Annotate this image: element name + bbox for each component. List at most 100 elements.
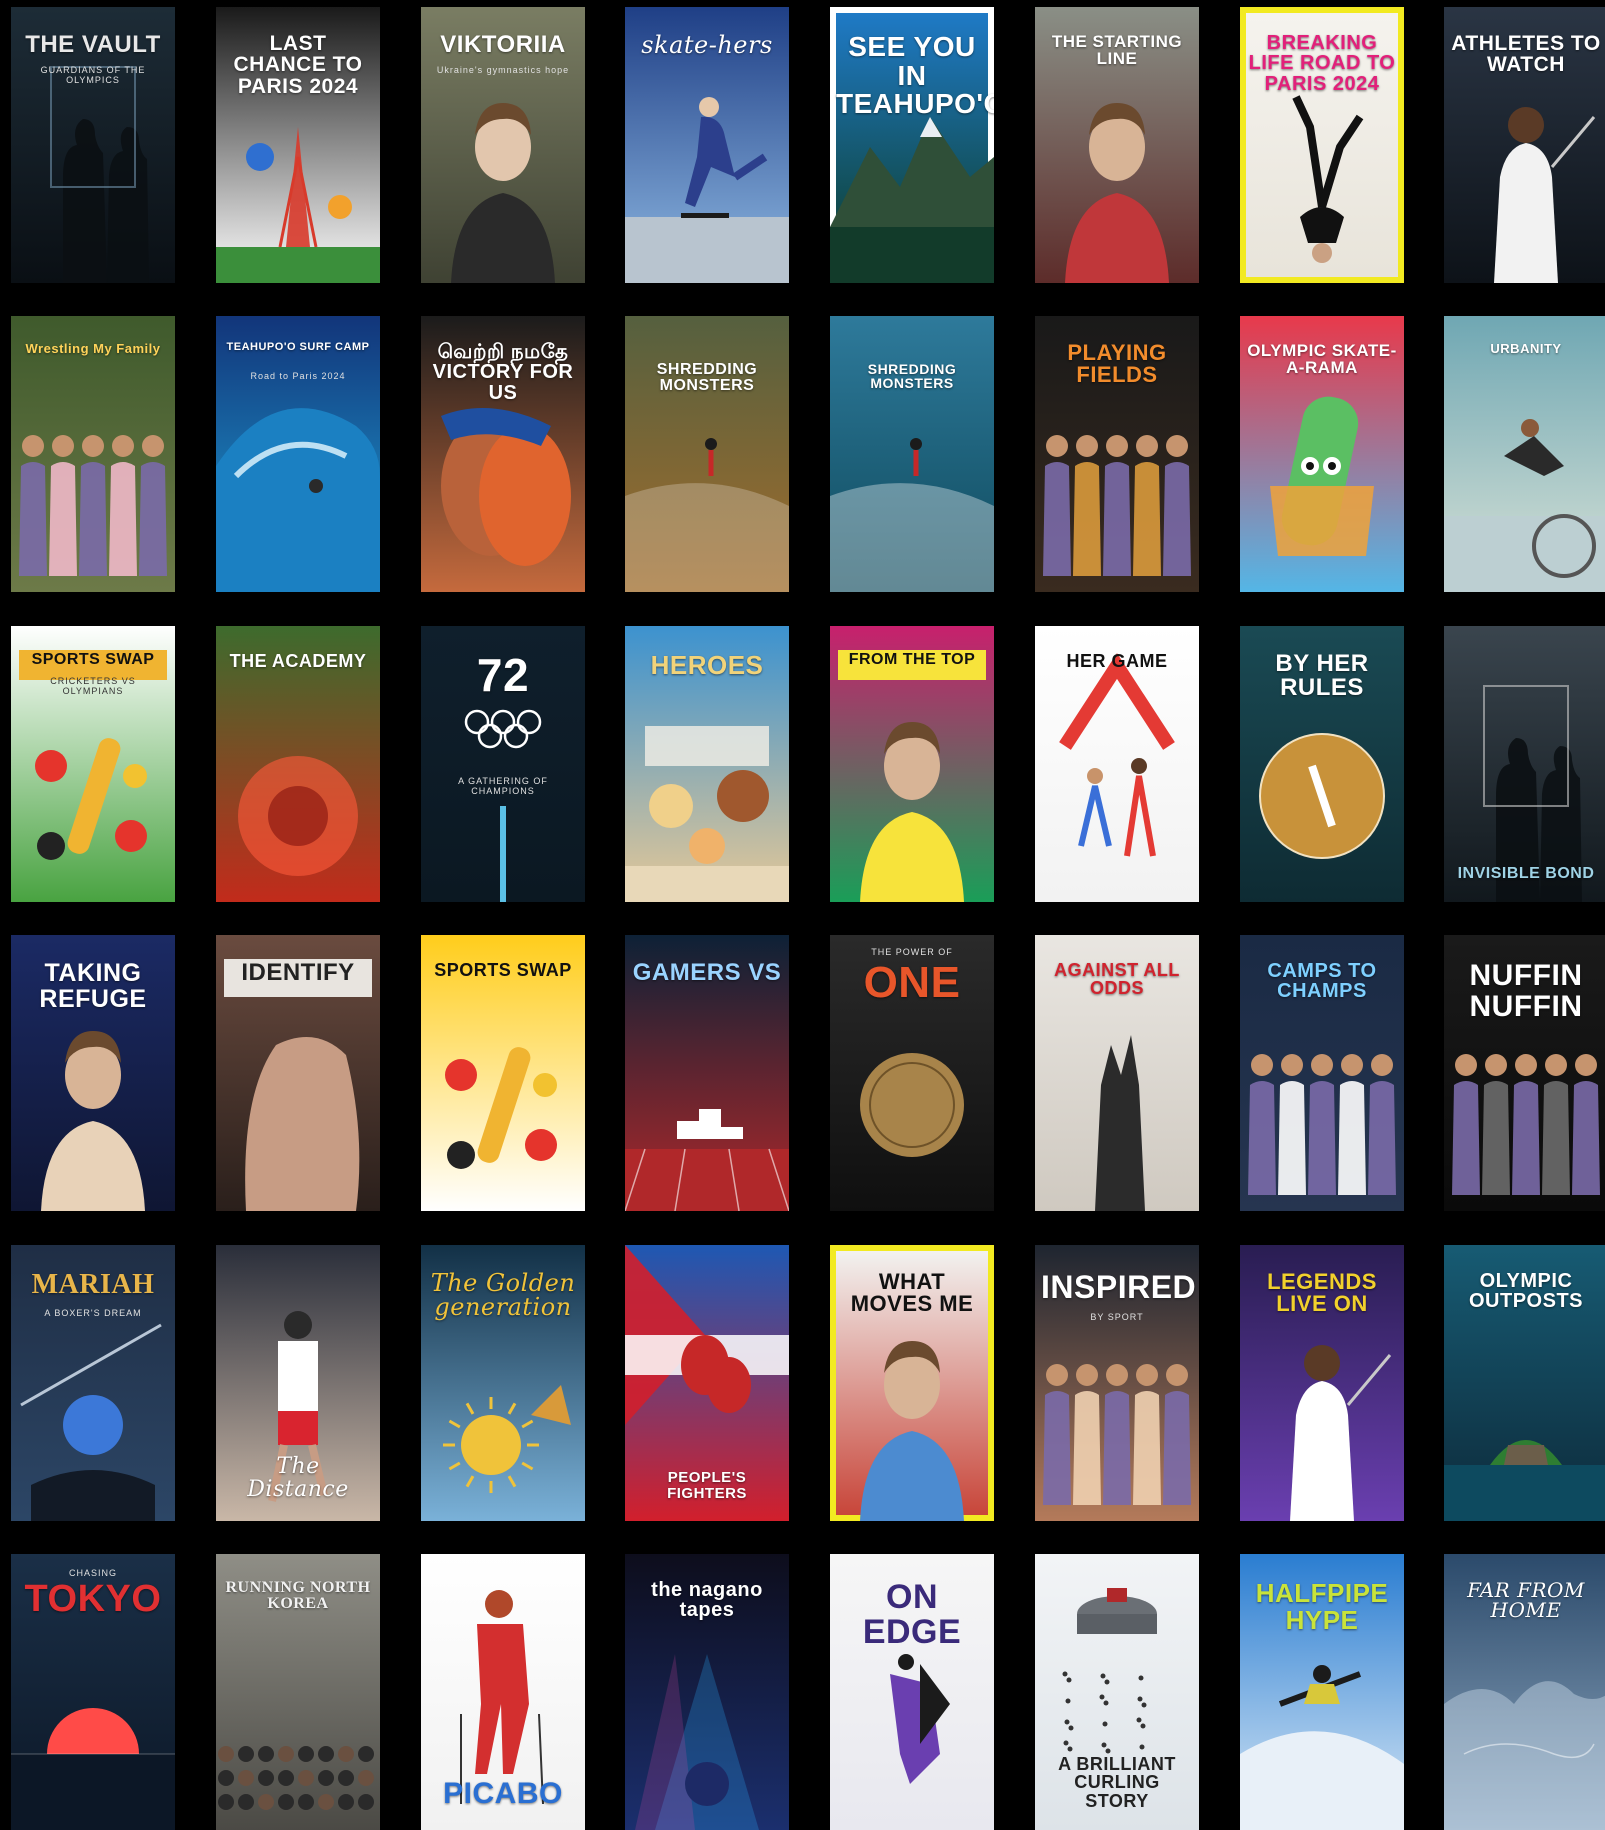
poster-title: HALFPIPE HYPE: [1255, 1578, 1389, 1635]
poster-subtitle: Ukraine's gymnastics hope: [436, 65, 570, 76]
poster-grid: THE VAULT GUARDIANS OF THE OLYMPICS LAST …: [0, 0, 1605, 1830]
poster-taking-refuge[interactable]: TAKING REFUGE: [11, 935, 175, 1211]
poster-title: RUNNING NORTH KOREA: [225, 1579, 371, 1613]
poster-title: SPORTS SWAP: [434, 960, 572, 980]
poster-camps-to-champs[interactable]: CAMPS TO CHAMPS: [1240, 935, 1404, 1211]
group-illustration: [19, 435, 167, 576]
poster-title: WHAT MOVES ME: [850, 1269, 974, 1317]
poster-nuffin-nuffin[interactable]: NUFFIN NUFFIN: [1444, 935, 1605, 1211]
poster-sports-swap[interactable]: SPORTS SWAP: [421, 935, 585, 1211]
poster-shredding-monsters[interactable]: SHREDDING MONSTERS: [625, 316, 789, 592]
poster-invisible-bond[interactable]: INVISIBLE BOND: [1444, 626, 1605, 902]
poster-the-vault[interactable]: THE VAULT GUARDIANS OF THE OLYMPICS: [11, 7, 175, 283]
poster-title: INVISIBLE BOND: [1457, 864, 1595, 882]
poster-title: PEOPLE'S FIGHTERS: [667, 1469, 747, 1502]
poster-subtitle: THE POWER OF: [871, 947, 953, 957]
poster-title: HEROES: [650, 650, 764, 680]
poster-title: HER GAME: [1066, 651, 1168, 671]
poster-72[interactable]: 72 A GATHERING OF CHAMPIONS: [421, 626, 585, 902]
surfer-illustration: [830, 438, 994, 592]
poster-title: FROM THE TOP: [848, 651, 976, 668]
poster-her-game[interactable]: HER GAME: [1035, 626, 1199, 902]
poster-by-her-rules[interactable]: BY HER RULES: [1240, 626, 1404, 902]
poster-title: THE VAULT: [25, 31, 161, 58]
wave-illustration: [216, 408, 380, 592]
poster-gamers-vs[interactable]: GAMERS VS: [625, 935, 789, 1211]
poster-athletes-to-watch[interactable]: ATHLETES TO WATCH: [1444, 7, 1605, 283]
poster-title: THE ACADEMY: [229, 651, 367, 671]
poster-viktoriia[interactable]: VIKTORIIA Ukraine's gymnastics hope: [421, 7, 585, 283]
poster-wrestling-my-family[interactable]: Wrestling My Family: [11, 316, 175, 592]
poster-the-starting-line[interactable]: THE STARTING LINE: [1035, 7, 1199, 283]
poster-olympic-outposts[interactable]: OLYMPIC OUTPOSTS: [1444, 1245, 1605, 1521]
poster-olympic-skate-a-rama[interactable]: OLYMPIC SKATE-A-RAMA: [1240, 316, 1404, 592]
poster-title: INSPIRED: [1041, 1269, 1197, 1305]
poster-inspired[interactable]: INSPIRED BY SPORT: [1035, 1245, 1199, 1521]
poster-halfpipe-hype[interactable]: HALFPIPE HYPE: [1240, 1554, 1404, 1830]
poster-title: FAR FROM HOME: [1467, 1578, 1585, 1623]
poster-urbanity[interactable]: URBANITY: [1444, 316, 1605, 592]
poster-people-s-fighters[interactable]: PEOPLE'S FIGHTERS: [625, 1245, 789, 1521]
poster-subtitle: GUARDIANS OF THE OLYMPICS: [40, 65, 146, 86]
poster-the-distance[interactable]: The Distance: [216, 1245, 380, 1521]
poster-teahupo-o-surf-camp[interactable]: TEAHUPO'O SURF CAMP Road to Paris 2024: [216, 316, 380, 592]
poster-title: skate-hers: [641, 31, 773, 59]
poster-title: TOKYO: [24, 1578, 162, 1620]
poster-mariah[interactable]: MARIAH A BOXER'S DREAM: [11, 1245, 175, 1521]
poster-title: SPORTS SWAP: [31, 651, 155, 668]
poster-title: A BRILLIANT CURLING STORY: [1058, 1753, 1176, 1811]
poster-title: PLAYING FIELDS: [1067, 340, 1167, 388]
poster-title: SEE YOU IN TEAHUPO'O: [836, 31, 994, 120]
poster-breaking-life-road-to-paris-2024[interactable]: BREAKING LIFE ROAD TO PARIS 2024: [1240, 7, 1404, 283]
poster-one[interactable]: ONE THE POWER OF: [830, 935, 994, 1211]
poster-title: GAMERS VS: [632, 959, 782, 986]
poster-what-moves-me[interactable]: WHAT MOVES ME: [830, 1245, 994, 1521]
poster-picabo[interactable]: PICABO: [421, 1554, 585, 1830]
poster-title: OLYMPIC SKATE-A-RAMA: [1247, 341, 1397, 378]
poster-subtitle: A GATHERING OF CHAMPIONS: [458, 776, 548, 796]
poster-skate-hers[interactable]: skate-hers: [625, 7, 789, 283]
poster-title: SHREDDING MONSTERS: [867, 361, 957, 392]
poster-sports-swap[interactable]: SPORTS SWAP CRICKETERS VS OLYMPIANS: [11, 626, 175, 902]
poster-last-chance-to-paris-2024[interactable]: LAST CHANCE TO PARIS 2024: [216, 7, 380, 283]
poster-far-from-home[interactable]: FAR FROM HOME: [1444, 1554, 1605, 1830]
poster-title: VIKTORIIA: [440, 31, 566, 58]
poster-subtitle: A BOXER'S DREAM: [44, 1307, 142, 1318]
poster-a-brilliant-curling-story[interactable]: A BRILLIANT CURLING STORY: [1035, 1554, 1199, 1830]
poster-subtitle: CRICKETERS VS OLYMPIANS: [50, 675, 136, 696]
poster-subtitle: BY SPORT: [1090, 1312, 1144, 1323]
poster-subtitle: CHASING: [68, 1568, 117, 1578]
poster-victory-for-us[interactable]: வெற்றி நமதே VICTORY FOR US: [421, 316, 585, 592]
poster-title: the nagano tapes: [651, 1579, 763, 1622]
poster-title: OLYMPIC OUTPOSTS: [1468, 1270, 1583, 1313]
poster-title: NUFFIN NUFFIN: [1469, 959, 1583, 1023]
poster-see-you-in-teahupo-o[interactable]: SEE YOU IN TEAHUPO'O: [830, 7, 994, 283]
poster-the-nagano-tapes[interactable]: the nagano tapes: [625, 1554, 789, 1830]
poster-against-all-odds[interactable]: AGAINST ALL ODDS: [1035, 935, 1199, 1211]
poster-title: THE STARTING LINE: [1051, 32, 1183, 69]
poster-title: வெற்றி நமதே VICTORY FOR US: [432, 341, 574, 404]
poster-tokyo[interactable]: TOKYO CHASING: [11, 1554, 175, 1830]
poster-title: URBANITY: [1490, 341, 1562, 356]
poster-title: CAMPS TO CHAMPS: [1267, 960, 1377, 1003]
poster-identify[interactable]: IDENTIFY: [216, 935, 380, 1211]
poster-title: The Distance: [247, 1454, 349, 1502]
poster-title: BY HER RULES: [1275, 650, 1369, 702]
poster-title: LEGENDS LIVE ON: [1267, 1269, 1377, 1317]
poster-shredding-monsters[interactable]: SHREDDING MONSTERS: [830, 316, 994, 592]
poster-legends-live-on[interactable]: LEGENDS LIVE ON: [1240, 1245, 1404, 1521]
poster-running-north-korea[interactable]: RUNNING NORTH KOREA: [216, 1554, 380, 1830]
poster-title: LAST CHANCE TO PARIS 2024: [233, 32, 363, 98]
poster-on-edge[interactable]: ON EDGE: [830, 1554, 994, 1830]
poster-the-academy[interactable]: THE ACADEMY: [216, 626, 380, 902]
poster-from-the-top[interactable]: FROM THE TOP: [830, 626, 994, 902]
poster-title: Wrestling My Family: [25, 341, 161, 356]
poster-title: The Golden generation: [430, 1269, 576, 1322]
poster-the-golden-generation[interactable]: The Golden generation: [421, 1245, 585, 1521]
poster-title: PICABO: [443, 1777, 563, 1811]
poster-playing-fields[interactable]: PLAYING FIELDS: [1035, 316, 1199, 592]
poster-title: AGAINST ALL ODDS: [1054, 960, 1180, 999]
poster-title: TEAHUPO'O SURF CAMP: [226, 341, 370, 353]
poster-subtitle: Road to Paris 2024: [250, 371, 346, 382]
poster-heroes[interactable]: HEROES: [625, 626, 789, 902]
